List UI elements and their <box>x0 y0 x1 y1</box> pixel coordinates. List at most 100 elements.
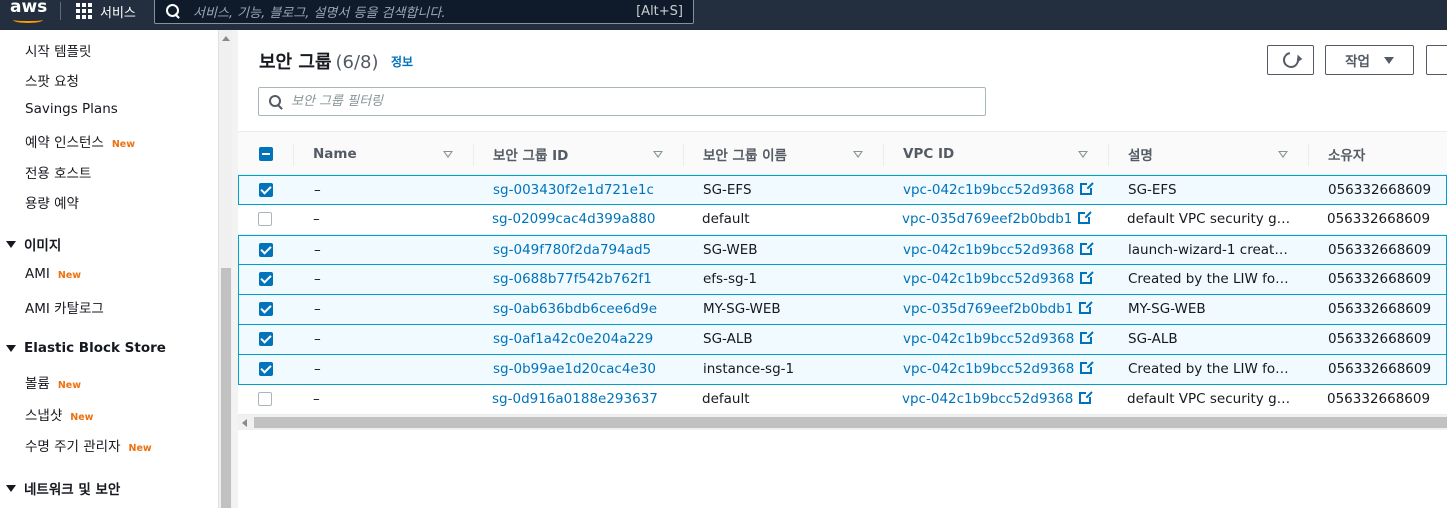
scroll-up-arrow-icon[interactable] <box>222 36 230 41</box>
sidebar-item-ami-catalog[interactable]: AMI 카탈로그 <box>25 297 104 317</box>
horizontal-scrollbar-thumb[interactable] <box>254 417 1447 428</box>
row-checkbox[interactable] <box>259 362 273 376</box>
cell-sg-id-link[interactable]: sg-003430f2e1d721e1c <box>493 176 678 206</box>
column-header-vpc-id[interactable]: VPC ID <box>903 132 954 176</box>
cell-name: – <box>314 271 321 287</box>
cell-vpc-id-link[interactable]: vpc-042c1b9bcc52d9368 <box>903 355 1103 385</box>
selection-count: (6/8) <box>335 52 379 73</box>
column-separator <box>883 144 884 166</box>
table-row[interactable]: – sg-049f780f2da794ad5 SG-WEB vpc-042c1b9bc… <box>238 235 1447 265</box>
sidebar-item-dedicated-hosts[interactable]: 전용 호스트 <box>25 162 91 182</box>
cell-description: Created by the LIW for… <box>1128 361 1293 377</box>
sort-icon[interactable] <box>1278 151 1288 158</box>
new-badge: New <box>111 139 135 150</box>
cell-sg-id-link[interactable]: sg-02099cac4d399a880 <box>492 205 677 235</box>
sidebar-item-savings-plans[interactable]: Savings Plans <box>25 101 118 117</box>
column-header-description[interactable]: 설명 <box>1128 132 1153 176</box>
sidebar-item-ami[interactable]: AMI New <box>25 266 81 282</box>
cell-owner: 056332668609 <box>1328 301 1432 317</box>
cell-vpc-id-link[interactable]: vpc-042c1b9bcc52d9368 <box>903 325 1103 355</box>
services-menu-button[interactable]: 서비스 <box>76 0 136 22</box>
table-row[interactable]: – sg-0688b77f542b762f1 efs-sg-1 vpc-042c1b9… <box>238 265 1447 295</box>
sidebar-item-label: 예약 인스턴스 <box>25 135 104 151</box>
cell-vpc-id-link[interactable]: vpc-035d769eef2b0bdb1 <box>903 295 1103 325</box>
column-header-owner[interactable]: 소유자 <box>1328 132 1365 176</box>
sort-icon[interactable] <box>1078 151 1088 158</box>
cell-vpc-id-link[interactable]: vpc-042c1b9bcc52d9368 <box>903 265 1103 295</box>
row-checkbox[interactable] <box>259 243 273 257</box>
cell-owner: 056332668609 <box>1328 361 1432 377</box>
cell-sg-id-link[interactable]: sg-0688b77f542b762f1 <box>493 265 678 295</box>
cell-vpc-id-link[interactable]: vpc-042c1b9bcc52d9368 <box>903 236 1103 266</box>
cell-owner: 056332668609 <box>1328 242 1432 258</box>
cell-sg-name: efs-sg-1 <box>703 271 758 287</box>
services-label: 서비스 <box>100 5 136 21</box>
sidebar-item-label: 시작 템플릿 <box>25 44 92 60</box>
column-header-sg-name[interactable]: 보안 그룹 이름 <box>703 132 787 176</box>
column-header-label: 설명 <box>1128 148 1153 164</box>
refresh-button[interactable] <box>1267 45 1314 75</box>
global-search-input[interactable]: 서비스, 기능, 블로그, 설명서 등을 검색합니다. [Alt+S] <box>154 0 694 24</box>
new-badge: New <box>57 380 82 391</box>
sidebar-item-lifecycle-manager[interactable]: 수명 주기 관리자 New <box>25 435 152 455</box>
cell-description: default VPC security gr… <box>1127 391 1292 407</box>
table-row[interactable]: – sg-02099cac4d399a880 default vpc-035d769e… <box>238 205 1447 235</box>
table-horizontal-scrollbar[interactable] <box>238 415 1447 430</box>
aws-logo[interactable]: aws <box>10 0 50 27</box>
cell-sg-id-link[interactable]: sg-0d916a0188e293637 <box>492 385 677 415</box>
sort-icon[interactable] <box>443 151 453 158</box>
actions-dropdown-button[interactable]: 작업 <box>1325 45 1414 75</box>
sort-icon[interactable] <box>853 151 863 158</box>
table-row[interactable]: – sg-0d916a0188e293637 default vpc-042c1b9b… <box>238 385 1447 415</box>
table-row[interactable]: – sg-0af1a42c0e204a229 SG-ALB vpc-042c1b9bc… <box>238 325 1447 355</box>
create-button[interactable] <box>1426 45 1447 75</box>
cell-vpc-id-link[interactable]: vpc-042c1b9bcc52d9368 <box>903 176 1103 206</box>
sidebar-item-launch-templates[interactable]: 시작 템플릿 <box>25 40 91 60</box>
table-row[interactable]: – sg-0b99ae1d20cac4e30 instance-sg-1 vpc-04… <box>238 355 1447 385</box>
cell-owner: 056332668609 <box>1327 391 1431 407</box>
sidebar-scrollbar-thumb[interactable] <box>221 268 231 508</box>
cell-sg-id-link[interactable]: sg-049f780f2da794ad5 <box>493 236 678 266</box>
filter-input[interactable] <box>291 94 985 109</box>
sidebar-section-network-security[interactable]: 네트워크 및 보안 <box>6 478 120 498</box>
row-checkbox[interactable] <box>259 302 273 316</box>
scroll-left-arrow-icon[interactable] <box>242 419 247 427</box>
vpc-id-text: vpc-042c1b9bcc52d9368 <box>903 361 1075 377</box>
external-link-icon <box>1078 210 1093 224</box>
cell-sg-name: MY-SG-WEB <box>703 301 781 317</box>
sidebar-item-label: 전용 호스트 <box>25 166 92 182</box>
sidebar-section-images[interactable]: 이미지 <box>6 234 61 254</box>
cell-sg-id-link[interactable]: sg-0ab636bdb6cee6d9e <box>493 295 678 325</box>
table-row[interactable]: – sg-003430f2e1d721e1c SG-EFS vpc-042c1b9bc… <box>238 175 1447 205</box>
sidebar-section-ebs[interactable]: Elastic Block Store <box>6 340 166 356</box>
column-header-sg-id[interactable]: 보안 그룹 ID <box>493 132 568 176</box>
cell-vpc-id-link[interactable]: vpc-035d769eef2b0bdb1 <box>902 205 1102 235</box>
cell-owner: 056332668609 <box>1328 331 1432 347</box>
sidebar-item-reserved-instances[interactable]: 예약 인스턴스 New <box>25 131 135 151</box>
row-checkbox[interactable] <box>259 332 273 346</box>
select-all-checkbox[interactable] <box>259 147 273 161</box>
cell-sg-id-link[interactable]: sg-0b99ae1d20cac4e30 <box>493 355 678 385</box>
row-checkbox[interactable] <box>258 392 272 406</box>
sort-icon[interactable] <box>653 151 663 158</box>
row-checkbox[interactable] <box>258 212 272 226</box>
row-checkbox[interactable] <box>259 183 273 197</box>
info-link[interactable]: 정보 <box>391 53 413 70</box>
sidebar-item-snapshots[interactable]: 스냅샷 New <box>25 404 93 424</box>
external-link-icon <box>1080 360 1095 374</box>
sidebar-scrollbar[interactable] <box>218 30 232 508</box>
cell-sg-name: default <box>702 391 750 407</box>
actions-label: 작업 <box>1345 54 1370 70</box>
sidebar-item-volumes[interactable]: 볼륨 New <box>25 372 81 392</box>
sidebar-section-label: 네트워크 및 보안 <box>24 482 121 498</box>
table-row[interactable]: – sg-0ab636bdb6cee6d9e MY-SG-WEB vpc-035d76… <box>238 295 1447 325</box>
top-navigation-bar: aws 서비스 서비스, 기능, 블로그, 설명서 등을 검색합니다. [Alt… <box>0 0 1447 30</box>
column-header-name[interactable]: Name <box>313 132 357 176</box>
cell-vpc-id-link[interactable]: vpc-042c1b9bcc52d9368 <box>902 385 1102 415</box>
sidebar-item-capacity-reservations[interactable]: 용량 예약 <box>25 192 79 212</box>
cell-sg-id-link[interactable]: sg-0af1a42c0e204a229 <box>493 325 678 355</box>
row-checkbox[interactable] <box>259 272 273 286</box>
cell-sg-name: SG-ALB <box>703 331 753 347</box>
sidebar-item-spot-requests[interactable]: 스팟 요청 <box>25 70 79 90</box>
security-group-filter[interactable] <box>258 87 986 116</box>
